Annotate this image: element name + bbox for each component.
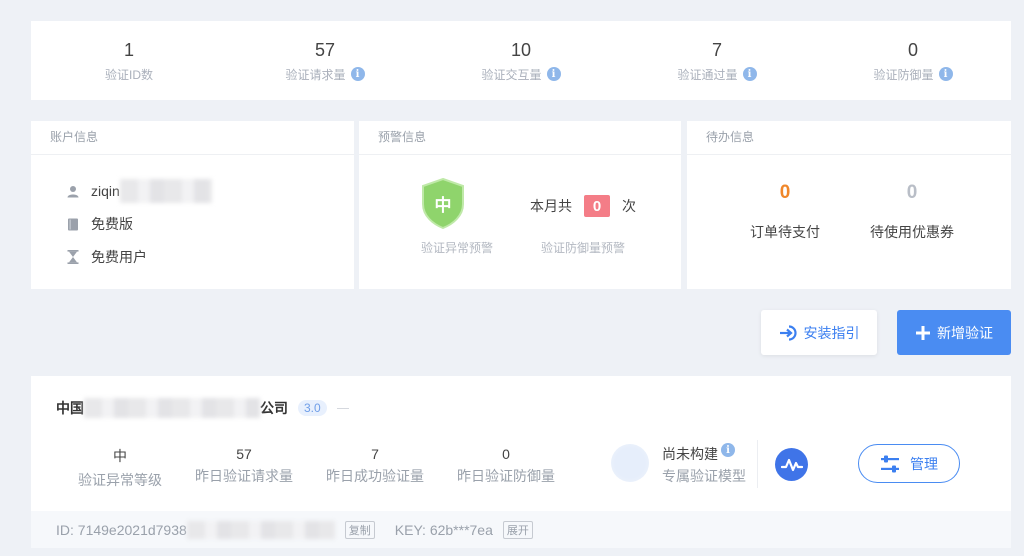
metric-label: 昨日成功验证量 xyxy=(326,468,424,484)
coupons-count: 0 xyxy=(906,182,918,203)
metric-label: 验证异常等级 xyxy=(78,472,162,488)
account-panel: 账户信息 ziqin 免费版 免费用户 xyxy=(31,121,354,289)
month-prefix: 本月共 xyxy=(530,198,572,214)
info-icon[interactable]: i xyxy=(721,443,735,457)
account-type-row: 免费用户 xyxy=(67,247,147,267)
company-name: 中国 公司 3.0 xyxy=(56,398,349,418)
warning-panel: 预警信息 中 验证异常预警 本月共 0 次 验证防御量预警 xyxy=(359,121,681,289)
stat-passed: 7 验证通过量 i xyxy=(619,21,815,100)
add-verification-button[interactable]: 新增验证 xyxy=(897,310,1011,355)
install-guide-button[interactable]: 安装指引 xyxy=(761,310,877,355)
copy-button[interactable]: 复制 xyxy=(344,520,375,539)
plus-icon xyxy=(916,325,930,340)
add-verification-label: 新增验证 xyxy=(937,324,993,341)
panel-title: 账户信息 xyxy=(31,121,354,155)
month-suffix: 次 xyxy=(622,198,636,214)
expand-button[interactable]: 展开 xyxy=(502,520,533,539)
model-status-icon xyxy=(611,444,649,482)
shield-icon: 中 xyxy=(421,177,465,230)
model-status-text: 尚未构建 xyxy=(662,446,718,462)
id-redaction xyxy=(186,520,335,539)
divider xyxy=(336,407,349,409)
stat-interactions: 10 验证交互量 i xyxy=(423,21,619,100)
stat-label: 验证请求量 xyxy=(285,67,346,82)
todo-orders[interactable]: 0 订单待支付 xyxy=(745,182,825,242)
metric-anomaly-level: 中 验证异常等级 xyxy=(55,446,185,490)
stats-bar: 1 验证ID数 57 验证请求量 i 10 验证交互量 i 7 验证通过量 i 0 验… xyxy=(31,21,1011,100)
info-icon[interactable]: i xyxy=(938,67,953,81)
metric-value: 7 xyxy=(371,446,379,462)
login-arrow-icon xyxy=(779,324,797,341)
stat-value: 7 xyxy=(711,39,722,60)
metric-value: 57 xyxy=(236,446,252,462)
todo-panel: 待办信息 0 订单待支付 0 待使用优惠券 xyxy=(687,121,1011,289)
account-username: ziqin xyxy=(91,183,120,199)
metric-yesterday-defense: 0 昨日验证防御量 xyxy=(441,446,571,486)
metric-yesterday-requests: 57 昨日验证请求量 xyxy=(179,446,309,486)
account-username-row: ziqin xyxy=(67,179,212,203)
stat-label: 验证ID数 xyxy=(104,67,153,82)
account-plan: 免费版 xyxy=(91,216,133,232)
metric-yesterday-success: 7 昨日成功验证量 xyxy=(310,446,440,486)
credentials-bar: ID: 7149e2021d7938 复制 KEY: 62b***7ea 展开 xyxy=(31,511,1011,548)
info-icon[interactable]: i xyxy=(350,67,365,81)
verification-app-card: 中国 公司 3.0 中 验证异常等级 57 昨日验证请求量 7 昨日成功验证量 … xyxy=(31,376,1011,548)
warning-level: 中 xyxy=(434,196,452,215)
account-plan-row: 免费版 xyxy=(67,214,133,234)
install-guide-label: 安装指引 xyxy=(803,324,860,341)
orders-label: 订单待支付 xyxy=(750,224,820,240)
coupons-label: 待使用优惠券 xyxy=(870,224,954,240)
warning-level-label: 验证异常预警 xyxy=(421,241,494,255)
account-user-type: 免费用户 xyxy=(91,249,147,265)
metric-value: 0 xyxy=(502,446,510,462)
orders-count: 0 xyxy=(779,182,791,203)
company-redaction xyxy=(84,398,260,418)
stat-value: 10 xyxy=(510,39,532,60)
user-icon xyxy=(67,185,79,197)
activity-chart-icon[interactable] xyxy=(775,448,808,481)
stat-value: 0 xyxy=(907,39,918,60)
stat-verify-ids: 1 验证ID数 xyxy=(31,21,227,100)
company-suffix: 公司 xyxy=(260,400,288,416)
stat-value: 1 xyxy=(123,39,134,60)
manage-label: 管理 xyxy=(910,455,938,472)
company-prefix: 中国 xyxy=(56,400,84,416)
panel-title: 待办信息 xyxy=(687,121,1011,155)
model-status: 尚未构建 i xyxy=(662,443,735,464)
month-count: 本月共 0 次 xyxy=(530,195,636,217)
model-label: 专属验证模型 xyxy=(662,468,746,484)
metric-value: 中 xyxy=(113,448,127,464)
stat-label: 验证通过量 xyxy=(677,67,738,82)
stat-label: 验证防御量 xyxy=(873,67,934,82)
username-redaction xyxy=(119,179,212,203)
todo-coupons[interactable]: 0 待使用优惠券 xyxy=(864,182,960,242)
manage-button[interactable]: 管理 xyxy=(858,444,960,483)
info-icon[interactable]: i xyxy=(546,67,561,81)
hourglass-icon xyxy=(67,250,79,264)
stat-defended: 0 验证防御量 i xyxy=(815,21,1011,100)
version-badge: 3.0 xyxy=(298,400,327,416)
divider xyxy=(757,440,758,488)
app-key: KEY: 62b***7ea xyxy=(394,521,493,538)
stat-value: 57 xyxy=(314,39,336,60)
book-icon xyxy=(68,218,78,230)
app-id: ID: 7149e2021d7938 xyxy=(56,521,187,538)
metric-label: 昨日验证请求量 xyxy=(195,468,293,484)
metric-label: 昨日验证防御量 xyxy=(457,468,555,484)
panel-title: 预警信息 xyxy=(359,121,681,155)
defense-warning-label: 验证防御量预警 xyxy=(541,241,626,255)
stat-requests: 57 验证请求量 i xyxy=(227,21,423,100)
sliders-icon xyxy=(881,455,899,472)
month-count-badge: 0 xyxy=(584,195,610,217)
stat-label: 验证交互量 xyxy=(481,67,542,82)
info-icon[interactable]: i xyxy=(742,67,757,81)
